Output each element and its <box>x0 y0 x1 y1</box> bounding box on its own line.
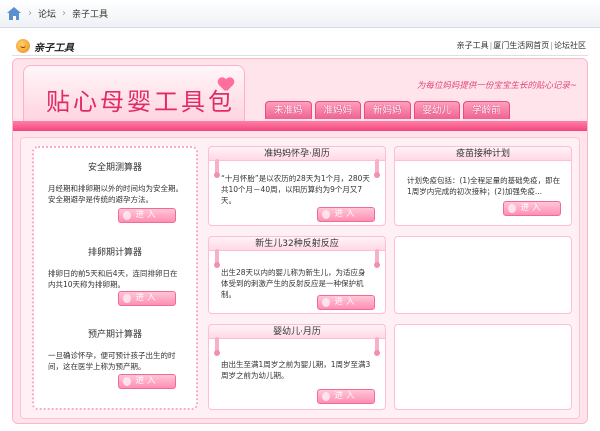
card-description: “十月怀胎”是以农历的28天为1个月，280天共10个月－40周，以阳历算约为9… <box>221 174 370 205</box>
top-link-forum[interactable]: 论坛社区 <box>554 41 586 50</box>
logo-icon <box>16 39 30 53</box>
enter-button-due-date[interactable]: 进入 <box>118 374 176 389</box>
home-icon[interactable] <box>6 6 22 21</box>
banner-slogan: 为每位妈妈提供一份宝宝生长的贴心记录~ <box>416 81 577 91</box>
tab-pre-pregnancy[interactable]: 未准妈 <box>265 101 312 119</box>
tab-new-mom[interactable]: 新妈妈 <box>364 101 411 119</box>
header-stripe <box>13 121 587 131</box>
card-title: 疫苗接种计划 <box>394 146 572 161</box>
stage-tabs: 未准妈 准妈妈 新妈妈 婴幼儿 学龄前 <box>265 101 510 119</box>
breadcrumb-separator: › <box>62 8 67 19</box>
enter-button-safe-period[interactable]: 进入 <box>118 208 176 223</box>
banner-title: 贴心母婴工具包 <box>46 88 235 116</box>
enter-button-pregnancy-weekly[interactable]: 进入 <box>317 207 375 222</box>
tool-ovulation: 排卵期计算器 排卵日的前5天和后4天，连同排卵日在内共10天称为排卵期。 <box>34 245 196 290</box>
card-title: 准妈妈怀孕·周历 <box>208 146 386 161</box>
tool-description: 月经期和排卵期以外的时间均为安全期。安全期避孕是传统的避孕方法。 <box>48 184 183 204</box>
pin-icon <box>374 159 380 178</box>
enter-button-ovulation[interactable]: 进入 <box>118 291 176 306</box>
tool-safe-period: 安全期测算器 月经期和排卵期以外的时间均为安全期。安全期避孕是传统的避孕方法。 <box>34 160 196 205</box>
tool-title: 排卵期计算器 <box>87 248 142 258</box>
tool-title: 安全期测算器 <box>87 163 142 173</box>
banner: 贴心母婴工具包 <box>23 65 245 125</box>
pin-icon <box>374 337 380 356</box>
heart-icon <box>218 78 234 92</box>
top-link-home[interactable]: 厦门生活网首页 <box>493 41 549 50</box>
breadcrumb-current: 亲子工具 <box>72 10 109 20</box>
card-pregnancy-weekly: 准妈妈怀孕·周历 “十月怀胎”是以农历的28天为1个月，280天共10个月－40… <box>208 146 386 226</box>
tool-description: 排卵日的前5天和后4天，连同排卵日在内共10天称为排卵期。 <box>48 269 178 289</box>
tool-title: 预产期计算器 <box>87 330 142 340</box>
card-vaccination-plan: 疫苗接种计划 计划免疫包括：(1)全程足量的基础免疫，即在1周岁内完成的初次接种… <box>394 146 572 226</box>
page-header: 亲子工具 亲子工具|厦门生活网首页|论坛社区 <box>12 36 588 56</box>
card-description: 由出生至满1周岁之前为婴儿期，1周岁至满3周岁之前为幼儿期。 <box>221 360 371 380</box>
top-link-parenting-tools[interactable]: 亲子工具 <box>457 41 489 50</box>
card-description: 计划免疫包括：(1)全程足量的基础免疫，即在1周岁内完成的初次接种；(2)加强免… <box>407 176 561 196</box>
tools-content: 安全期测算器 月经期和排卵期以外的时间均为安全期。安全期避孕是传统的避孕方法。 … <box>20 137 580 419</box>
tab-pregnancy[interactable]: 准妈妈 <box>314 101 362 119</box>
card-infant-monthly: 婴幼儿·月历 由出生至满1周岁之前为婴儿期，1周岁至满3周岁之前为幼儿期。 进入 <box>208 324 386 410</box>
card-empty-slot <box>394 236 572 314</box>
card-title: 婴幼儿·月历 <box>208 324 386 339</box>
enter-button-vaccination[interactable]: 进入 <box>503 201 561 216</box>
card-empty-slot <box>394 324 572 410</box>
breadcrumb-separator: › <box>28 8 32 19</box>
pin-icon <box>214 249 220 268</box>
breadcrumb-forum-link[interactable]: 论坛 <box>38 7 56 20</box>
pin-icon <box>214 159 220 178</box>
pin-icon <box>374 249 380 268</box>
pin-icon <box>214 337 220 356</box>
top-links: 亲子工具|厦门生活网首页|论坛社区 <box>456 41 586 50</box>
enter-button-newborn-reflexes[interactable]: 进入 <box>317 295 375 310</box>
toolkit-frame: 贴心母婴工具包 为每位妈妈提供一份宝宝生长的贴心记录~ 未准妈 准妈妈 新妈妈 … <box>12 58 588 424</box>
card-newborn-reflexes: 新生儿32种反射反应 出生28天以内的婴儿称为新生儿，为适应身体受到的刺激产生的… <box>208 236 386 314</box>
enter-button-infant-monthly[interactable]: 进入 <box>317 389 375 404</box>
tab-preschool[interactable]: 学龄前 <box>463 101 510 119</box>
tab-infant[interactable]: 婴幼儿 <box>413 101 461 119</box>
tool-description: 一旦确诊怀孕，便可预计孩子出生的时间，这在医学上称为预产期。 <box>48 351 176 371</box>
card-title: 新生儿32种反射反应 <box>208 236 386 251</box>
logo-text: 亲子工具 <box>34 43 74 54</box>
calculator-column: 安全期测算器 月经期和排卵期以外的时间均为安全期。安全期避孕是传统的避孕方法。 … <box>32 146 198 410</box>
tool-due-date: 预产期计算器 一旦确诊怀孕，便可预计孩子出生的时间，这在医学上称为预产期。 <box>34 327 196 372</box>
breadcrumb: › 论坛 › 亲子工具 <box>0 0 600 28</box>
